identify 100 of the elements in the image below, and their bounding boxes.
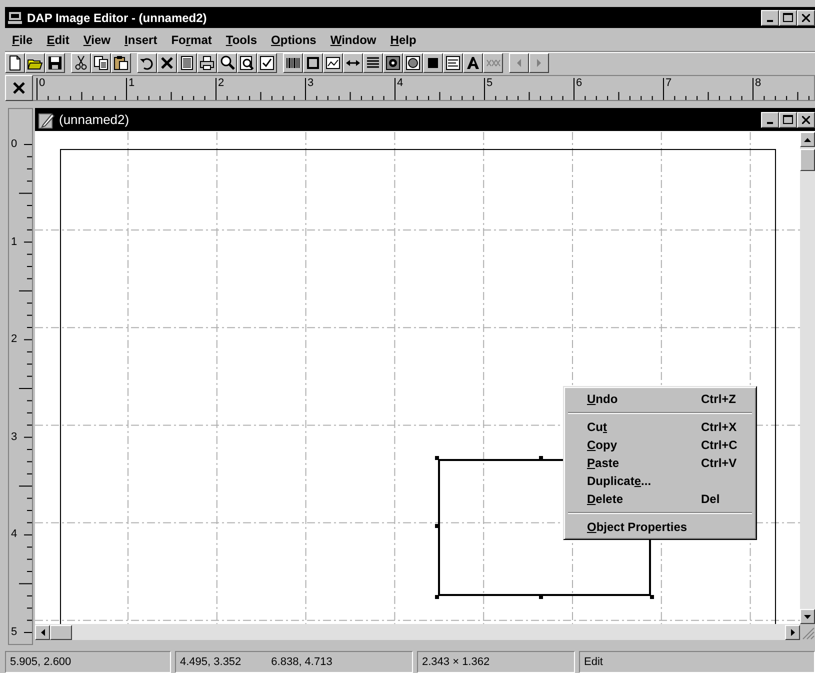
menu-item[interactable]: Help xyxy=(383,33,424,47)
ruler-label: 6 xyxy=(576,78,582,89)
scroll-down-button[interactable] xyxy=(800,609,815,624)
vertical-scrollbar[interactable] xyxy=(800,132,815,624)
minimize-icon xyxy=(767,20,773,22)
minimize-button[interactable] xyxy=(761,10,779,26)
ruler-label: 5 xyxy=(11,627,18,638)
font-icon xyxy=(465,55,481,71)
ruler-label: 2 xyxy=(218,78,224,89)
down-arrow-icon xyxy=(804,614,811,618)
toolbar-button[interactable] xyxy=(111,53,131,73)
magnifier-icon xyxy=(219,55,235,71)
page-magnifier-icon xyxy=(239,55,255,71)
ruler-label: 8 xyxy=(755,78,762,89)
context-menu-item[interactable]: Copy Ctrl+C xyxy=(567,436,753,454)
status-text: 4.495, 3.352 xyxy=(180,656,242,668)
ruler-label: 0 xyxy=(11,139,18,150)
horizontal-scrollbar[interactable] xyxy=(35,624,815,640)
new-file-icon xyxy=(7,55,23,71)
scroll-up-button[interactable] xyxy=(800,132,815,147)
document-lines-icon xyxy=(179,55,195,71)
toolbar-button[interactable] xyxy=(157,53,177,73)
toolbar-button[interactable] xyxy=(137,53,157,73)
scroll-right-button[interactable] xyxy=(785,624,800,640)
toolbar-button[interactable] xyxy=(237,53,257,73)
close-button[interactable] xyxy=(797,112,815,128)
maximize-button[interactable] xyxy=(779,112,797,128)
menu-item[interactable]: Tools xyxy=(218,33,264,47)
context-menu-item[interactable]: Paste Ctrl+V xyxy=(567,454,753,472)
toolbar-button[interactable] xyxy=(91,53,111,73)
ruler-label: 2 xyxy=(11,334,18,346)
drawing-canvas[interactable]: Undo Ctrl+Z Cut Ctrl+X Copy Ctrl+C Paste Ctrl+V Duplicate... Delete Del Object Properties xyxy=(35,132,800,624)
toolbar-button[interactable] xyxy=(323,53,343,73)
menu-item[interactable]: Options xyxy=(264,33,324,47)
ruler-label: 1 xyxy=(128,78,135,89)
context-menu-item[interactable]: Delete Del xyxy=(567,490,753,508)
context-menu-item[interactable]: Object Properties xyxy=(567,518,753,536)
close-ruler-button[interactable] xyxy=(5,75,33,101)
menu-item[interactable]: View xyxy=(76,33,118,47)
document-title: (unnamed2) xyxy=(59,112,130,127)
copy-icon xyxy=(93,55,109,71)
barcode-icon xyxy=(285,55,301,71)
status-text: 5.905, 2.600 xyxy=(10,656,72,668)
toolbar-button[interactable] xyxy=(197,53,217,73)
toolbar-button[interactable] xyxy=(383,53,403,73)
context-menu-item[interactable]: Cut Ctrl+X xyxy=(567,418,753,436)
status-text: 6.838, 4.713 xyxy=(271,656,332,668)
toolbar-button[interactable] xyxy=(257,53,277,73)
ruler-label: 4 xyxy=(397,78,404,89)
image-icon xyxy=(385,55,401,71)
ruler-label: 7 xyxy=(666,78,672,89)
clipboard-icon xyxy=(113,55,129,71)
close-button[interactable] xyxy=(797,10,815,26)
status-text: 2.343 × 1.362 xyxy=(422,656,490,668)
ruler-label: 4 xyxy=(11,529,18,540)
toolbar-button[interactable] xyxy=(363,53,383,73)
delete-icon xyxy=(159,55,175,71)
toolbar-button[interactable] xyxy=(177,53,197,73)
scroll-thumb[interactable] xyxy=(800,149,815,171)
rectangle-icon xyxy=(305,55,321,71)
context-menu-item[interactable]: Undo Ctrl+Z xyxy=(567,390,753,408)
lines-icon xyxy=(365,55,381,71)
toolbar-button[interactable] xyxy=(25,53,45,73)
toolbar-button[interactable] xyxy=(403,53,423,73)
circle-image-icon xyxy=(405,55,421,71)
toolbar-button[interactable] xyxy=(303,53,323,73)
text-box-icon xyxy=(445,55,461,71)
toolbar-button[interactable] xyxy=(45,53,65,73)
left-arrow-icon xyxy=(40,628,44,636)
window-title: DAP Image Editor - (unnamed2) xyxy=(27,10,208,24)
menu-item[interactable]: File xyxy=(5,33,40,47)
checkbox-icon xyxy=(259,55,275,71)
ruler-label: 3 xyxy=(308,78,314,89)
ruler-label: 0 xyxy=(39,78,46,89)
filled-square-icon xyxy=(425,55,441,71)
scroll-thumb[interactable] xyxy=(50,624,72,640)
toolbar-button[interactable] xyxy=(463,53,483,73)
toolbar-button[interactable] xyxy=(343,53,363,73)
size-grip-icon[interactable] xyxy=(800,624,815,640)
menu-item[interactable]: Edit xyxy=(40,33,76,47)
menu-item[interactable]: Insert xyxy=(118,33,164,47)
maximize-button[interactable] xyxy=(779,10,797,26)
context-menu-item[interactable]: Duplicate... xyxy=(567,472,753,490)
toolbar-button[interactable] xyxy=(217,53,237,73)
close-icon xyxy=(802,116,810,124)
menu-item[interactable]: Format xyxy=(164,33,219,47)
ruler-label: 3 xyxy=(11,432,18,443)
toolbar-button[interactable] xyxy=(71,53,91,73)
toolbar-button[interactable] xyxy=(283,53,303,73)
scroll-left-button[interactable] xyxy=(35,624,50,640)
toolbar-button[interactable] xyxy=(443,53,463,73)
minimize-button[interactable] xyxy=(761,112,779,128)
printer-icon xyxy=(199,55,215,71)
up-arrow-icon xyxy=(804,138,811,142)
close-icon xyxy=(13,82,25,94)
toolbar-button[interactable] xyxy=(423,53,443,73)
menu-item[interactable]: Window xyxy=(323,33,384,47)
toolbar-button[interactable] xyxy=(5,53,25,73)
minimize-icon xyxy=(767,122,773,124)
app-icon xyxy=(8,10,22,24)
